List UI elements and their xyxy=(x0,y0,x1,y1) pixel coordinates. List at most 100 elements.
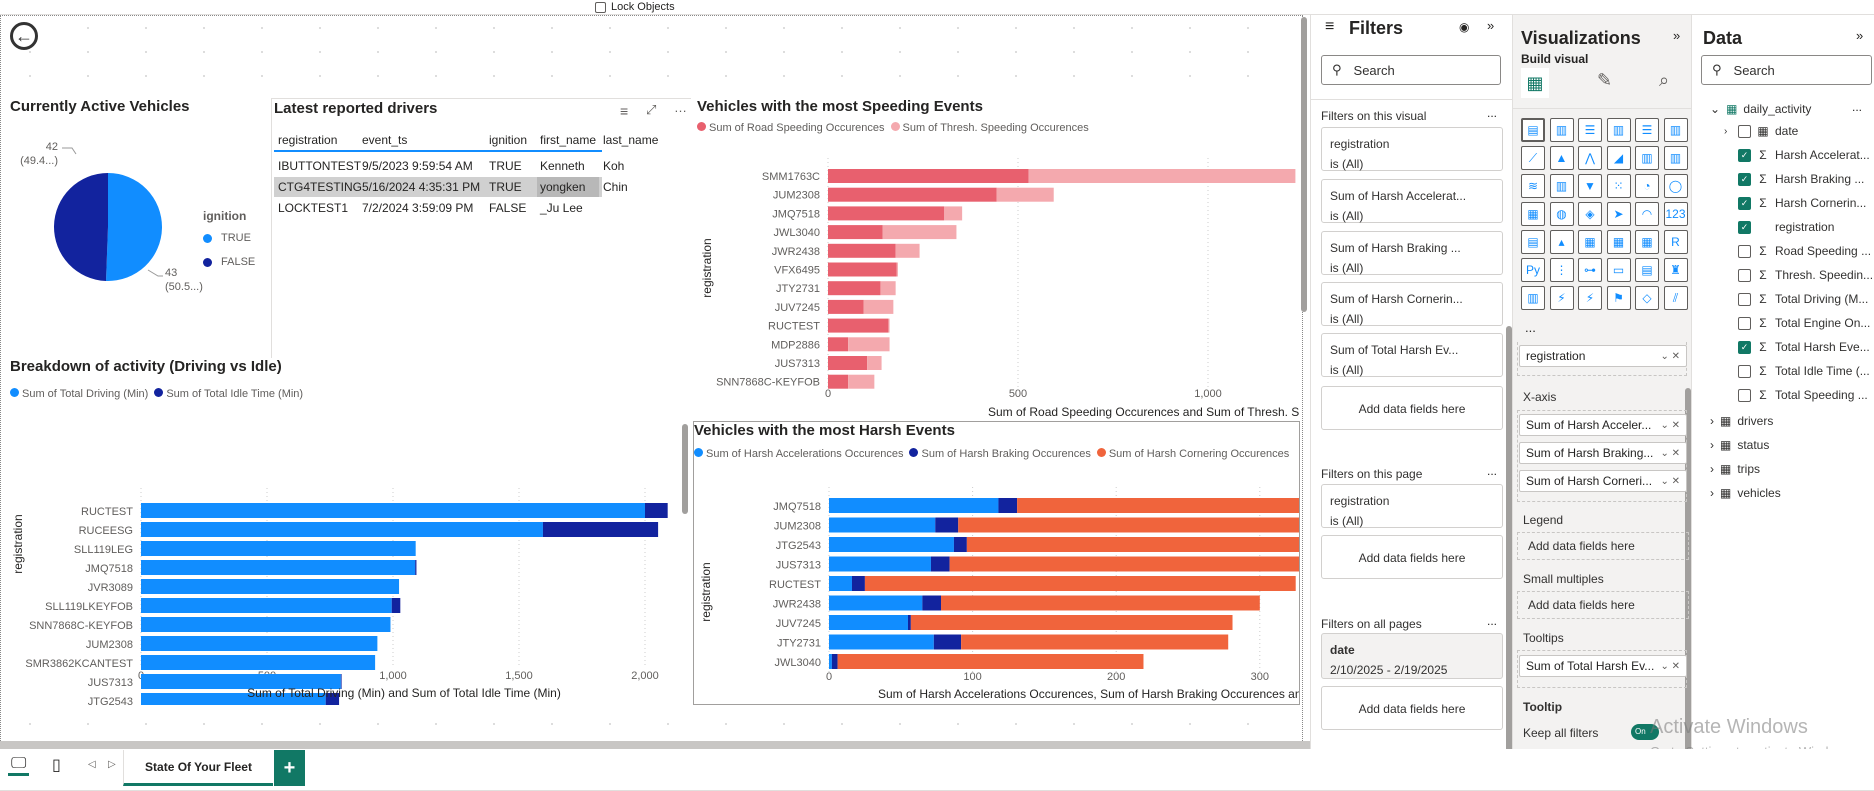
field-item[interactable]: ✓ registration xyxy=(1724,220,1834,234)
legend-item[interactable]: Sum of Road Speeding Occurences xyxy=(697,122,885,134)
field-pill[interactable]: Sum of Total Harsh Ev... ⌄ ✕ xyxy=(1519,655,1687,677)
add-page-button[interactable]: + xyxy=(274,750,305,786)
legend-item[interactable]: Sum of Thresh. Speeding Occurences xyxy=(890,122,1089,134)
bar-RUCEESG-s0[interactable] xyxy=(141,522,543,537)
filter-icon[interactable]: ≡ xyxy=(620,103,628,119)
page-tab-state-of-your-fleet[interactable]: State Of Your Fleet xyxy=(123,750,273,786)
gauge-visual-icon[interactable]: ◠ xyxy=(1635,202,1659,226)
donut-visual-icon[interactable]: ◯ xyxy=(1663,174,1688,198)
canvas-vertical-scrollbar[interactable] xyxy=(1301,17,1307,312)
clustered-column-visual-icon[interactable]: ▥ xyxy=(1606,118,1631,142)
filter-card[interactable]: Sum of Total Harsh Ev... is (All) xyxy=(1321,333,1503,377)
bar-SLL119LKEYFOB-s1[interactable] xyxy=(391,598,401,613)
power-kpi-visual-icon[interactable]: ⚡ xyxy=(1549,286,1574,310)
bar-JTY2731-s0[interactable] xyxy=(828,281,881,296)
column-header-registration[interactable]: registration xyxy=(278,133,337,147)
field-checkbox[interactable]: ✓ xyxy=(1738,220,1751,234)
chevron-remove-icons[interactable]: ⌄ ✕ xyxy=(1660,420,1680,431)
build-visual-tab-icon[interactable]: ▦ xyxy=(1521,68,1549,98)
line-column-visual-icon[interactable]: ▥ xyxy=(1635,146,1659,170)
bar-JMQ7518-s1[interactable] xyxy=(415,560,417,575)
next-page-icon[interactable]: ▷ xyxy=(108,759,116,770)
field-checkbox[interactable]: ✓ xyxy=(1738,340,1751,354)
table-status[interactable]: › ▦ status xyxy=(1710,438,1769,452)
bar-JTG2543-s2[interactable] xyxy=(966,537,1299,552)
bar-SNN7868C-KEYFOB-s0[interactable] xyxy=(828,374,849,389)
bar-JTY2731-s0[interactable] xyxy=(829,634,934,650)
chevron-right-icon[interactable]: › xyxy=(1710,462,1714,476)
bar-SMR3862KCANTEST-s0[interactable] xyxy=(141,655,376,670)
add-data-fields-dropzone[interactable]: Add data fields here xyxy=(1321,686,1503,730)
chevron-remove-icons[interactable]: ⌄ ✕ xyxy=(1660,448,1680,459)
filter-card[interactable]: registration is (All) xyxy=(1321,484,1503,528)
add-data-fields-dropzone[interactable]: Add data fields here xyxy=(1321,535,1503,579)
azure-map-visual-icon[interactable]: ➤ xyxy=(1606,202,1631,226)
bar-JWR2438-s2[interactable] xyxy=(941,595,1260,611)
field-item[interactable]: Σ Total Speeding ... xyxy=(1724,388,1868,402)
field-checkbox[interactable] xyxy=(1738,244,1751,258)
bar-JMQ7518-s2[interactable] xyxy=(1017,498,1299,513)
field-item[interactable]: Σ Road Speeding ... xyxy=(1724,244,1871,258)
kpi-visual-icon[interactable]: ▴ xyxy=(1549,230,1574,254)
bar-JWR2438-s0[interactable] xyxy=(828,243,896,258)
small-multiples-dropzone[interactable]: Add data fields here xyxy=(1517,591,1689,619)
stacked-bar-visual-icon[interactable]: ▤ xyxy=(1521,118,1545,142)
filled-map-visual-icon[interactable]: ◈ xyxy=(1578,202,1602,226)
activity-breakdown-chart[interactable]: Breakdown of activity (Driving vs Idle) S… xyxy=(10,358,687,705)
bar-SLL119LEG-s0[interactable] xyxy=(141,541,416,556)
more-options-icon[interactable]: ... xyxy=(1487,106,1497,120)
pie-slice-true[interactable] xyxy=(106,173,162,281)
bar-JUV7245-s1[interactable] xyxy=(863,299,894,314)
ribbon-visual-icon[interactable]: ≋ xyxy=(1521,174,1545,198)
pie-visual-icon[interactable]: ◔ xyxy=(1635,174,1659,198)
bar-JWR2438-s1[interactable] xyxy=(895,243,920,258)
field-checkbox[interactable]: ✓ xyxy=(1738,148,1751,162)
filter-card[interactable]: date 2/10/2025 - 2/19/2025 xyxy=(1321,633,1503,679)
bar-SLL119LKEYFOB-s0[interactable] xyxy=(141,598,392,613)
legend-item[interactable]: Sum of Total Driving (Min) xyxy=(10,388,148,400)
pie-legend-true[interactable]: TRUE xyxy=(203,232,251,244)
field-checkbox[interactable] xyxy=(1738,268,1751,282)
python-visual-visual-icon[interactable]: Py xyxy=(1521,258,1545,282)
bar-JWL3040-s1[interactable] xyxy=(882,225,957,240)
field-checkbox[interactable] xyxy=(1738,124,1751,138)
chevron-remove-icons[interactable]: ⌄ ✕ xyxy=(1660,351,1680,362)
bar-JUV7245-s2[interactable] xyxy=(910,615,1233,630)
bar-JTY2731-s1[interactable] xyxy=(933,634,962,650)
field-item[interactable]: ✓ Σ Total Harsh Eve... xyxy=(1724,340,1870,354)
r-visual-visual-icon[interactable]: R xyxy=(1663,230,1688,254)
field-checkbox[interactable]: ✓ xyxy=(1738,196,1751,210)
bar-RUCTEST-s0[interactable] xyxy=(829,576,852,591)
bar-JUV7245-s0[interactable] xyxy=(829,615,908,630)
bar-JUS7313-s1[interactable] xyxy=(930,556,950,572)
filters-search-input[interactable]: ⚲ Search xyxy=(1321,55,1501,85)
ribbon-area-visual-icon[interactable]: ◢ xyxy=(1606,146,1631,170)
bar-JTG2543-s1[interactable] xyxy=(953,537,967,552)
back-arrow-icon[interactable]: ← xyxy=(10,22,38,50)
mobile-view-icon[interactable]: ▯ xyxy=(52,755,61,775)
field-checkbox[interactable] xyxy=(1738,292,1751,306)
bar-JUV7245-s1[interactable] xyxy=(907,615,911,630)
more-visuals-button[interactable]: ... xyxy=(1525,320,1536,335)
field-pill[interactable]: Sum of Harsh Corneri... ⌄ ✕ xyxy=(1519,470,1687,492)
bar-JUS7313-s2[interactable] xyxy=(949,556,1299,572)
bar-SMM1763C-s0[interactable] xyxy=(828,169,1029,183)
bar-JUS7313-s0[interactable] xyxy=(829,556,931,572)
legend-dropzone[interactable]: Add data fields here xyxy=(1517,532,1689,560)
collapse-visualizations-icon[interactable]: » xyxy=(1673,28,1680,43)
more-options-icon[interactable]: ... xyxy=(1487,464,1497,478)
canvas-horizontal-scrollbar[interactable] xyxy=(0,741,1310,749)
lock-objects-toggle[interactable]: Lock Objects xyxy=(595,1,675,14)
stacked-area-visual-icon[interactable]: ⋀ xyxy=(1578,146,1602,170)
filter-card[interactable]: registration is (All) xyxy=(1321,127,1503,171)
chevron-right-icon[interactable]: › xyxy=(1710,438,1714,452)
desktop-view-icon[interactable]: 🖵 xyxy=(8,755,30,776)
field-item[interactable]: ✓ Σ Harsh Braking ... xyxy=(1724,172,1864,186)
qa-visual-icon[interactable]: ▭ xyxy=(1606,258,1631,282)
slicer-visual-icon[interactable]: ▦ xyxy=(1578,230,1602,254)
bar-JWL3040-s2[interactable] xyxy=(837,654,1144,669)
bar-JTY2731-s1[interactable] xyxy=(880,281,896,296)
multi-row-card-visual-icon[interactable]: ▤ xyxy=(1521,230,1545,254)
bar-MDP2886-s1[interactable] xyxy=(848,337,890,352)
pie-visual[interactable]: Currently Active Vehicles 43 (50.5...) 42(… xyxy=(10,98,270,358)
